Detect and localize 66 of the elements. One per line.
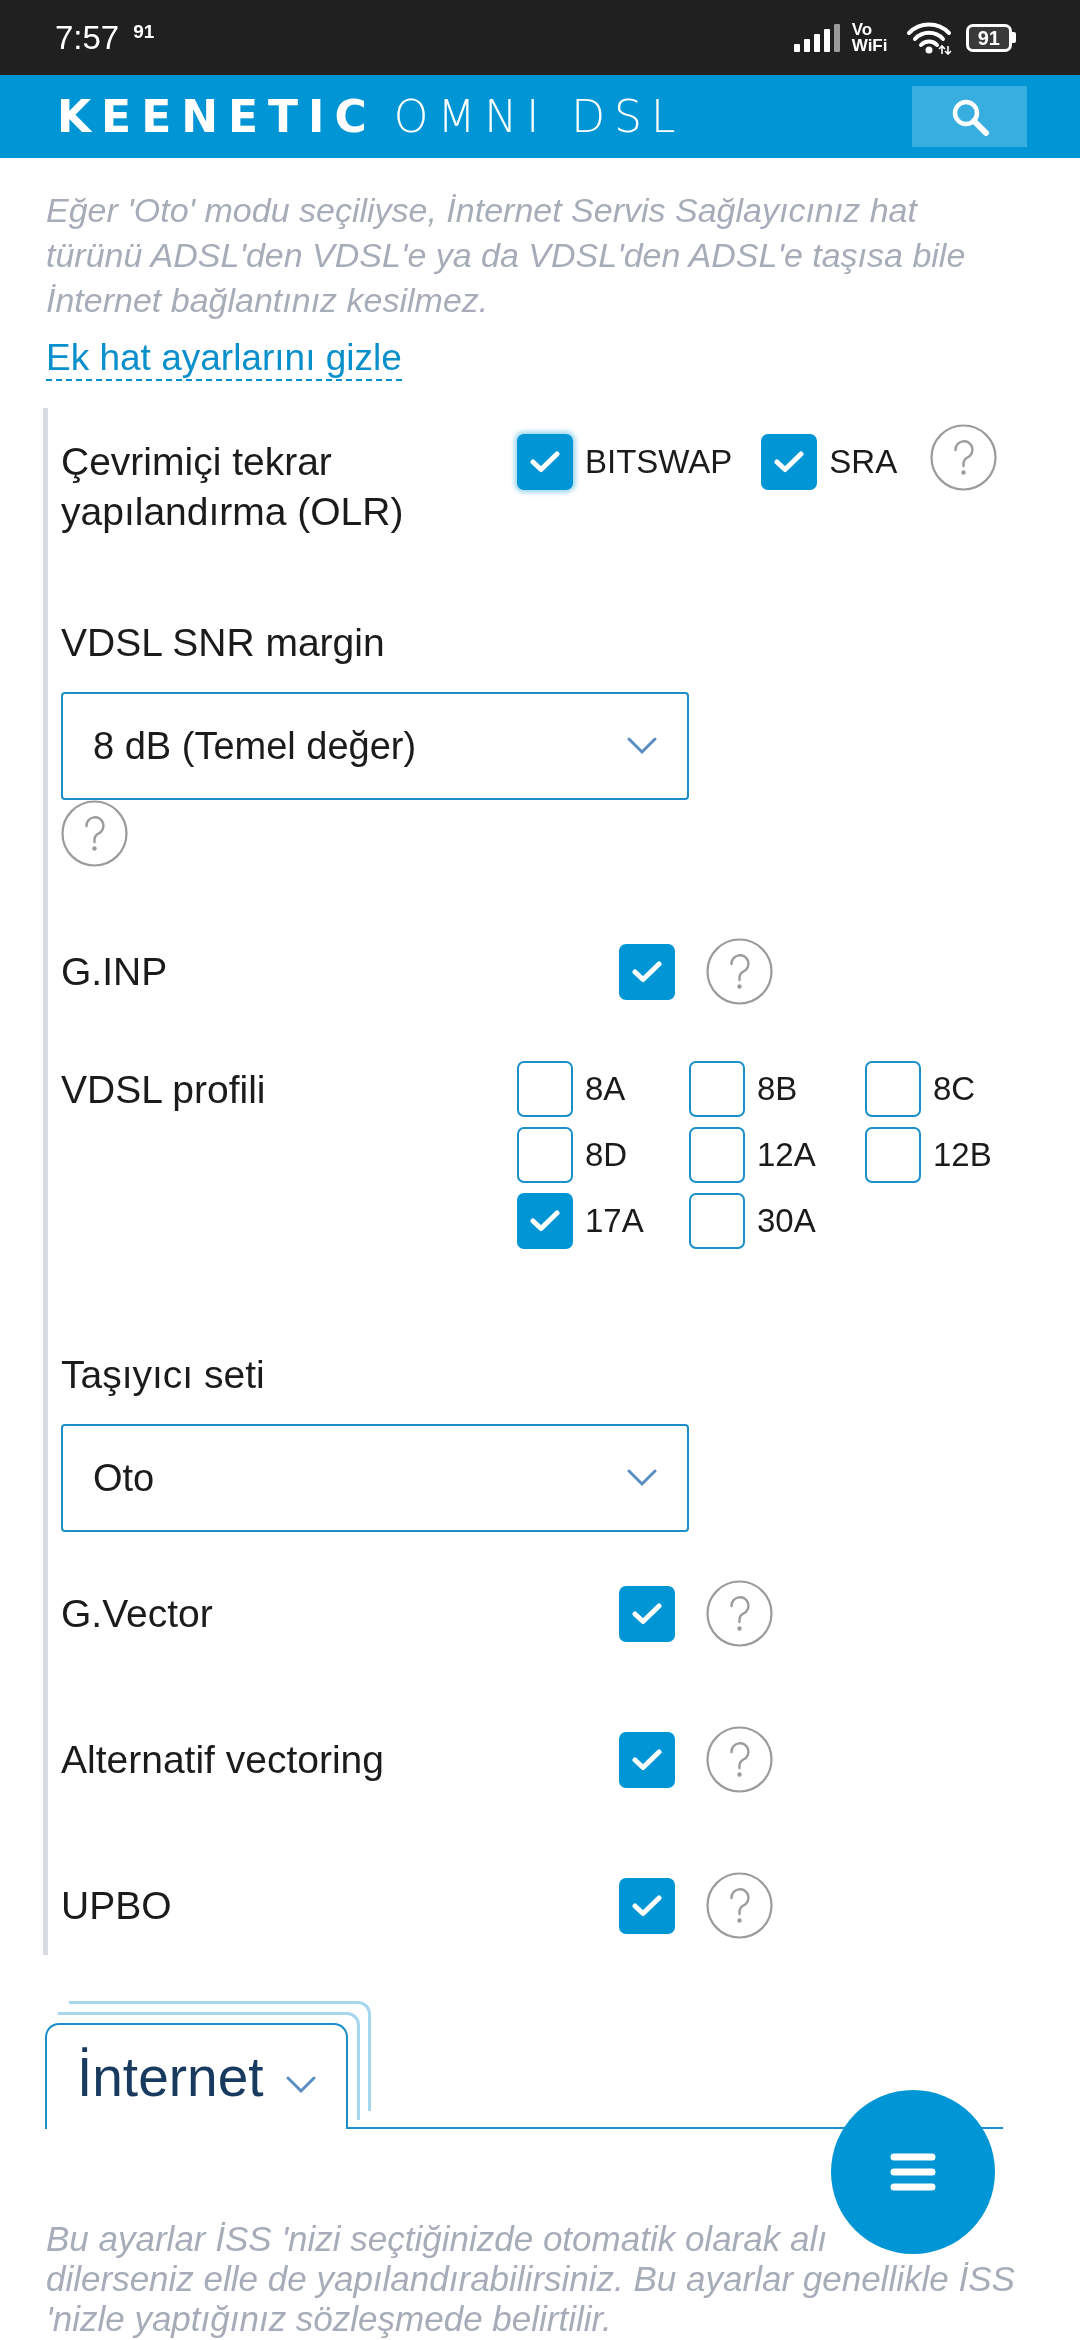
help-icon[interactable] xyxy=(930,424,998,491)
wifi-icon xyxy=(905,20,952,55)
chevron-down-icon xyxy=(627,1469,657,1487)
setting-label: UPBO xyxy=(61,1882,173,1929)
checkbox[interactable] xyxy=(517,1127,573,1183)
description-text: Eğer 'Oto' modu seçiliyse, İnternet Servis Sağlayıcınız hat türünü ADSL'den VDSL'e ya da VDSL'den ADSL'e taşısa bile İnternet bağlantınız kesilmez. xyxy=(46,190,967,321)
help-icon[interactable] xyxy=(61,800,128,867)
help-icon[interactable] xyxy=(706,1872,773,1939)
checkbox-label: 8B xyxy=(757,1069,798,1109)
battery-percent-text: 91 xyxy=(965,23,1012,52)
checkbox[interactable] xyxy=(689,1127,745,1183)
checkbox[interactable] xyxy=(619,1731,675,1788)
checkbox-label: 8D xyxy=(585,1135,628,1175)
help-icon[interactable] xyxy=(706,938,773,1005)
check-icon xyxy=(632,960,662,983)
section-tab[interactable]: İnternet xyxy=(45,2023,348,2129)
hide-settings-link[interactable]: Ek hat ayarlarını gizle xyxy=(46,337,402,381)
search-button[interactable] xyxy=(912,86,1027,147)
checkbox-label: 12A xyxy=(757,1135,816,1175)
dropdown[interactable]: 8 dB (Temel değer) xyxy=(61,692,689,800)
checkbox[interactable] xyxy=(689,1061,745,1117)
checkbox[interactable] xyxy=(517,1061,573,1117)
check-icon xyxy=(774,450,805,473)
model-name-text: OMNI DSL xyxy=(393,94,685,139)
check-icon xyxy=(632,1602,662,1625)
info-text: Bu ayarlar İSS 'nizi seçtiğinizde otomatik olarak alı xyxy=(46,2219,827,2259)
setting-label: G.Vector xyxy=(61,1590,214,1637)
status-indicator-text: 91 xyxy=(133,22,155,41)
info-text: dilerseniz elle de yapılandırabilirsiniz. Bu ayarlar genellikle İSS xyxy=(46,2259,1015,2299)
setting-label: VDSL SNR margin xyxy=(61,620,386,666)
chevron-down-icon xyxy=(285,2076,316,2094)
menu-icon xyxy=(890,2153,936,2191)
brand-logo-text: KEENETIC xyxy=(57,94,377,139)
check-icon xyxy=(632,1748,662,1771)
setting-label: G.INP xyxy=(61,948,169,995)
checkbox[interactable] xyxy=(517,1193,573,1249)
dropdown[interactable]: Oto xyxy=(61,1424,689,1532)
setting-label: VDSL profili xyxy=(61,1067,267,1113)
check-icon xyxy=(530,450,560,473)
setting-label: Çevrimiçi tekrar yapılandırma (OLR) xyxy=(61,439,405,535)
help-icon[interactable] xyxy=(706,1580,773,1647)
checkbox[interactable] xyxy=(689,1193,745,1249)
checkbox-label: SRA xyxy=(829,441,898,482)
checkbox[interactable] xyxy=(619,1585,675,1642)
chevron-down-icon xyxy=(627,737,657,755)
checkbox-label: 8A xyxy=(585,1069,626,1109)
checkbox-label: 17A xyxy=(585,1201,644,1241)
checkbox[interactable] xyxy=(619,943,675,1000)
checkbox-label: 12B xyxy=(933,1135,992,1175)
vowifi-text: Vo WiFi xyxy=(851,21,889,54)
checkbox-label: 8C xyxy=(933,1069,976,1109)
checkbox[interactable] xyxy=(761,433,818,490)
check-icon xyxy=(530,1210,560,1232)
checkbox[interactable] xyxy=(865,1127,921,1183)
checkbox[interactable] xyxy=(619,1877,675,1934)
clock-text: 7:57 xyxy=(55,21,120,54)
checkbox-label: 30A xyxy=(757,1201,816,1241)
setting-label: Alternatif vectoring xyxy=(61,1736,385,1783)
setting-label: Taşıyıcı seti xyxy=(61,1352,266,1398)
checkbox[interactable] xyxy=(517,433,573,490)
help-icon[interactable] xyxy=(706,1726,773,1793)
info-text: 'nizle yaptığınız sözleşmede belirtilir. xyxy=(46,2299,612,2339)
check-icon xyxy=(632,1894,662,1917)
signal-icon xyxy=(793,23,840,52)
checkbox-label: BITSWAP xyxy=(585,441,733,482)
checkbox[interactable] xyxy=(865,1061,921,1117)
